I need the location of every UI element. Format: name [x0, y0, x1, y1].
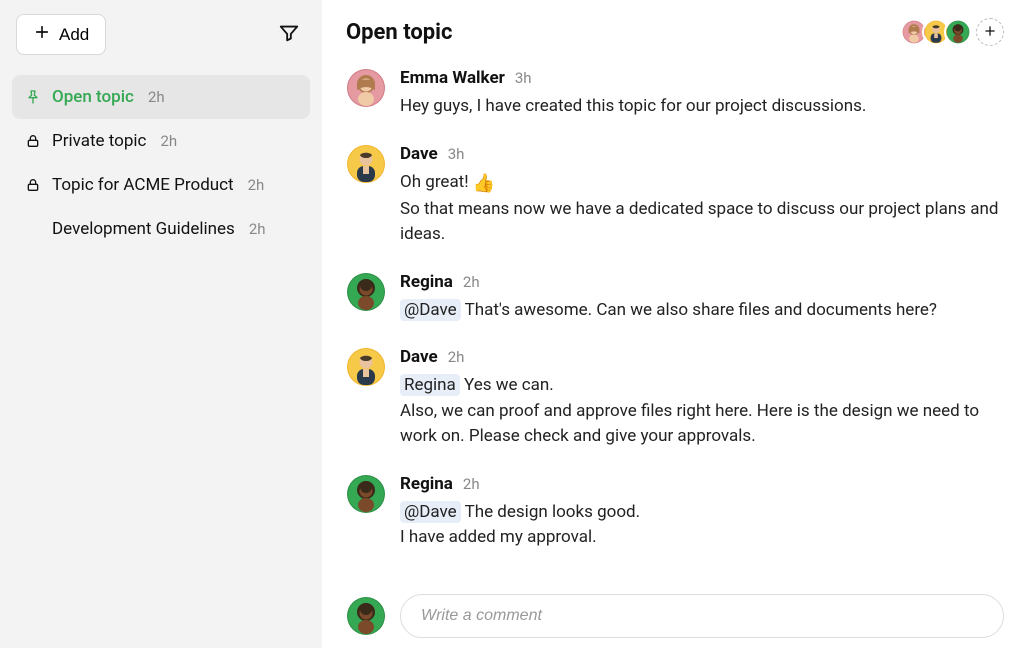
message-author: Dave — [400, 347, 438, 367]
message-meta: Regina 2h — [400, 474, 1000, 494]
sidebar-item-time: 2h — [248, 176, 265, 194]
message-line-text: I have added my approval. — [400, 527, 597, 547]
sidebar-item-label: Development Guidelines — [52, 219, 235, 239]
compose-row — [346, 588, 1004, 638]
message-text: Hey guys, I have created this topic for … — [400, 94, 1000, 120]
sidebar-top: Add — [12, 14, 310, 55]
message-body: Dave3hOh great! 👍So that means now we ha… — [400, 144, 1000, 248]
message-avatar — [346, 144, 386, 184]
message-line: Regina Yes we can. — [400, 373, 1000, 399]
message: Dave3hOh great! 👍So that means now we ha… — [346, 144, 1000, 248]
message-line-text: So that means now we have a dedicated sp… — [400, 199, 998, 245]
message-body: Regina2h@Dave That's awesome. Can we als… — [400, 272, 1000, 324]
sidebar-item-topic[interactable]: Development Guidelines 2h — [12, 207, 310, 251]
message: Dave2hRegina Yes we can.Also, we can pro… — [346, 347, 1000, 450]
sidebar-item-topic[interactable]: Open topic 2h — [12, 75, 310, 119]
message-body: Dave2hRegina Yes we can.Also, we can pro… — [400, 347, 1000, 450]
message-line: I have added my approval. — [400, 525, 1000, 551]
message-author: Dave — [400, 144, 438, 164]
funnel-icon — [278, 32, 300, 47]
thumbs-up-icon: 👍 — [473, 173, 495, 194]
message-list: Emma Walker 3h Hey guys, I have created th… — [346, 68, 1004, 588]
add-participant-button[interactable] — [976, 18, 1004, 46]
message: Regina2h@Dave That's awesome. Can we als… — [346, 272, 1000, 324]
message-line-text: Also, we can proof and approve files rig… — [400, 401, 979, 447]
message-line-text: That's awesome. Can we also share files … — [461, 300, 937, 320]
message-body: Regina2h@Dave The design looks good.I ha… — [400, 474, 1000, 551]
message-time: 2h — [463, 273, 480, 291]
sidebar: Add Open topic2hPrivate topic2hTopic for… — [0, 0, 322, 648]
message-text: Regina Yes we can.Also, we can proof and… — [400, 373, 1000, 450]
sidebar-item-topic[interactable]: Topic for ACME Product 2h — [12, 163, 310, 207]
sidebar-item-label: Open topic — [52, 87, 134, 107]
message-time: 2h — [448, 348, 465, 366]
message-line: @Dave That's awesome. Can we also share … — [400, 298, 1000, 324]
plus-icon — [33, 23, 51, 46]
mention[interactable]: @Dave — [400, 299, 461, 321]
sidebar-item-time: 2h — [249, 220, 266, 238]
plus-icon — [983, 24, 997, 41]
add-button[interactable]: Add — [16, 14, 106, 55]
message-line-text: Oh great! — [400, 172, 473, 192]
message-time: 3h — [515, 69, 532, 87]
main-header: Open topic — [346, 18, 1004, 46]
message-text: Oh great! 👍So that means now we have a d… — [400, 170, 1000, 248]
page-title: Open topic — [346, 20, 452, 45]
message-author: Regina — [400, 272, 453, 292]
message-line: Also, we can proof and approve files rig… — [400, 399, 1000, 450]
participant-stack — [900, 18, 1004, 46]
message-avatar — [346, 347, 386, 387]
filter-button[interactable] — [272, 16, 306, 53]
lock-icon — [24, 177, 42, 193]
message-meta: Emma Walker 3h — [400, 68, 1000, 88]
message: Emma Walker 3h Hey guys, I have created th… — [346, 68, 1000, 120]
topic-list: Open topic2hPrivate topic2hTopic for ACM… — [12, 75, 310, 251]
message-avatar — [346, 272, 386, 312]
sidebar-item-label: Private topic — [52, 131, 146, 151]
message-line: So that means now we have a dedicated sp… — [400, 197, 1000, 248]
message-meta: Dave 2h — [400, 347, 1000, 367]
message-line: @Dave The design looks good. — [400, 500, 1000, 526]
compose-input[interactable] — [400, 594, 1004, 638]
message-time: 3h — [448, 145, 465, 163]
message-avatar — [346, 474, 386, 514]
mention[interactable]: Regina — [400, 374, 460, 396]
message-meta: Regina 2h — [400, 272, 1000, 292]
message-author: Emma Walker — [400, 68, 505, 88]
message-line: Hey guys, I have created this topic for … — [400, 94, 1000, 120]
message-body: Emma Walker 3h Hey guys, I have created th… — [400, 68, 1000, 120]
pin-icon — [24, 89, 42, 105]
compose-avatar — [346, 596, 386, 636]
message-author: Regina — [400, 474, 453, 494]
message-meta: Dave 3h — [400, 144, 1000, 164]
mention[interactable]: @Dave — [400, 501, 461, 523]
message-text: @Dave The design looks good.I have added… — [400, 500, 1000, 551]
message-line-text: Hey guys, I have created this topic for … — [400, 96, 866, 116]
sidebar-item-label: Topic for ACME Product — [52, 175, 234, 195]
message-line-text: Yes we can. — [460, 375, 554, 395]
main: Open topic Emma Walker 3h Hey guys, I have… — [322, 0, 1024, 648]
message-line-text: The design looks good. — [461, 502, 640, 522]
message-time: 2h — [463, 475, 480, 493]
message-line: Oh great! 👍 — [400, 170, 1000, 197]
sidebar-item-time: 2h — [160, 132, 177, 150]
lock-icon — [24, 133, 42, 149]
message-avatar — [346, 68, 386, 108]
add-button-label: Add — [59, 25, 89, 45]
message-text: @Dave That's awesome. Can we also share … — [400, 298, 1000, 324]
participant-avatar[interactable] — [944, 18, 972, 46]
sidebar-item-time: 2h — [148, 88, 165, 106]
sidebar-item-topic[interactable]: Private topic 2h — [12, 119, 310, 163]
message: Regina2h@Dave The design looks good.I ha… — [346, 474, 1000, 551]
